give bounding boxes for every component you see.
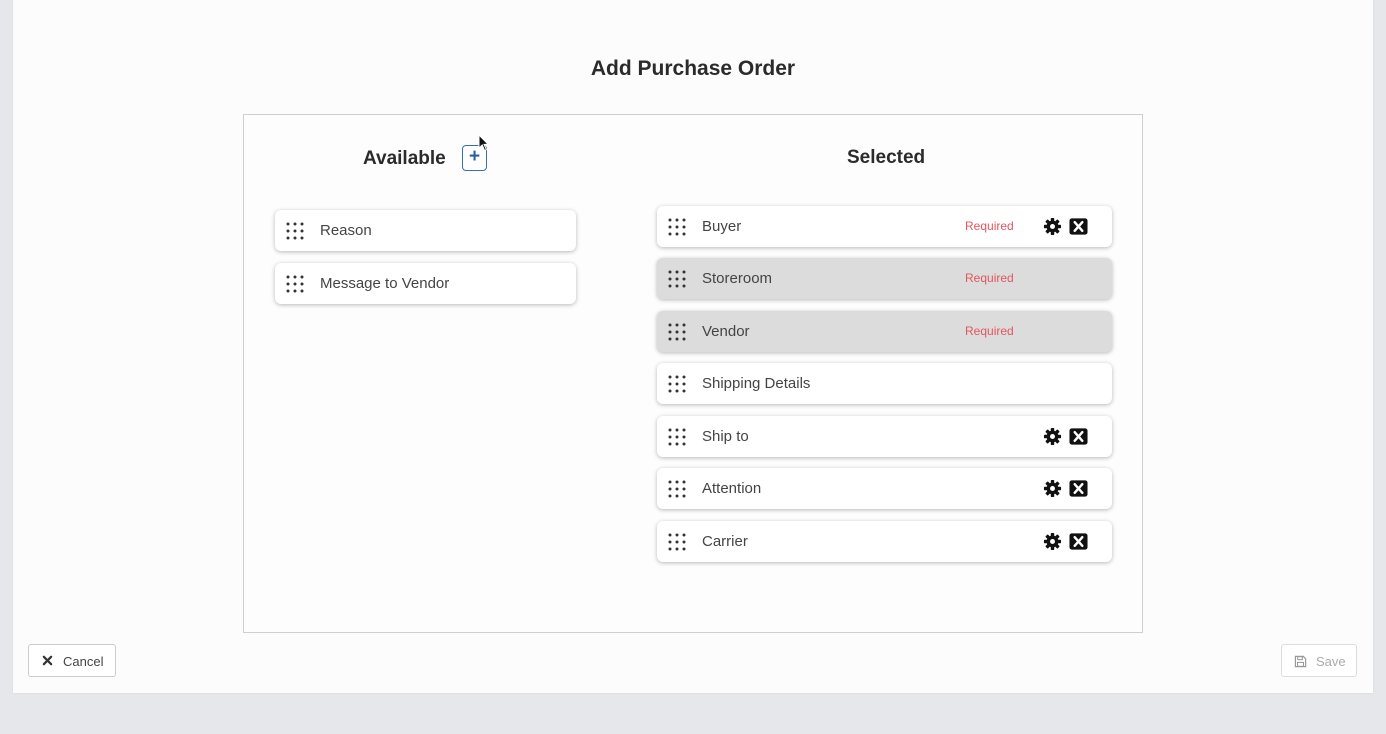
selected-item[interactable]: Storeroom Required bbox=[657, 258, 1112, 299]
item-label: Attention bbox=[702, 480, 762, 497]
item-label: Carrier bbox=[702, 533, 748, 550]
close-icon[interactable] bbox=[1069, 479, 1088, 498]
gear-icon[interactable] bbox=[1043, 217, 1062, 236]
available-item[interactable]: Message to Vendor bbox=[275, 263, 576, 304]
item-label: Reason bbox=[320, 222, 372, 239]
drag-handle-icon[interactable] bbox=[667, 427, 687, 447]
available-item[interactable]: Reason bbox=[275, 210, 576, 251]
drag-handle-icon[interactable] bbox=[667, 269, 687, 289]
close-icon[interactable] bbox=[1069, 427, 1088, 446]
drag-handle-icon[interactable] bbox=[285, 221, 305, 241]
gear-icon[interactable] bbox=[1043, 427, 1062, 446]
selected-item[interactable]: Ship to bbox=[657, 416, 1112, 457]
selected-item[interactable]: Vendor Required bbox=[657, 311, 1112, 352]
drag-handle-icon[interactable] bbox=[667, 217, 687, 237]
drag-handle-icon[interactable] bbox=[667, 322, 687, 342]
gear-icon[interactable] bbox=[1043, 532, 1062, 551]
close-icon[interactable] bbox=[1069, 532, 1088, 551]
gear-icon[interactable] bbox=[1043, 479, 1062, 498]
drag-handle-icon[interactable] bbox=[667, 532, 687, 552]
drag-handle-icon[interactable] bbox=[667, 479, 687, 499]
item-label: Ship to bbox=[702, 428, 749, 445]
item-label: Buyer bbox=[702, 218, 742, 235]
item-label: Shipping Details bbox=[702, 375, 811, 392]
selected-item[interactable]: Buyer Required bbox=[657, 206, 1112, 247]
floppy-disk-icon bbox=[1294, 655, 1307, 668]
selected-item[interactable]: Carrier bbox=[657, 521, 1112, 562]
close-icon[interactable] bbox=[1069, 217, 1088, 236]
item-label: Message to Vendor bbox=[320, 275, 450, 292]
item-label: Storeroom bbox=[702, 270, 773, 287]
save-button[interactable]: Save bbox=[1281, 644, 1357, 677]
drag-handle-icon[interactable] bbox=[285, 274, 305, 294]
selected-item[interactable]: Shipping Details bbox=[657, 363, 1112, 404]
mouse-cursor-icon bbox=[478, 134, 490, 152]
page-title: Add Purchase Order bbox=[590, 57, 796, 80]
available-title: Available bbox=[363, 148, 446, 169]
selected-item[interactable]: Attention bbox=[657, 468, 1112, 509]
required-badge: Required bbox=[965, 271, 1014, 285]
cancel-button[interactable]: Cancel bbox=[28, 644, 116, 677]
cancel-label: Cancel bbox=[63, 654, 104, 669]
save-label: Save bbox=[1316, 654, 1346, 669]
selected-title: Selected bbox=[847, 147, 926, 168]
field-chooser-panel: Available + Selected Reason Message to V… bbox=[243, 114, 1143, 633]
drag-handle-icon[interactable] bbox=[667, 374, 687, 394]
item-label: Vendor bbox=[702, 323, 750, 340]
required-badge: Required bbox=[965, 324, 1014, 338]
required-badge: Required bbox=[965, 219, 1014, 233]
x-icon bbox=[42, 655, 53, 666]
